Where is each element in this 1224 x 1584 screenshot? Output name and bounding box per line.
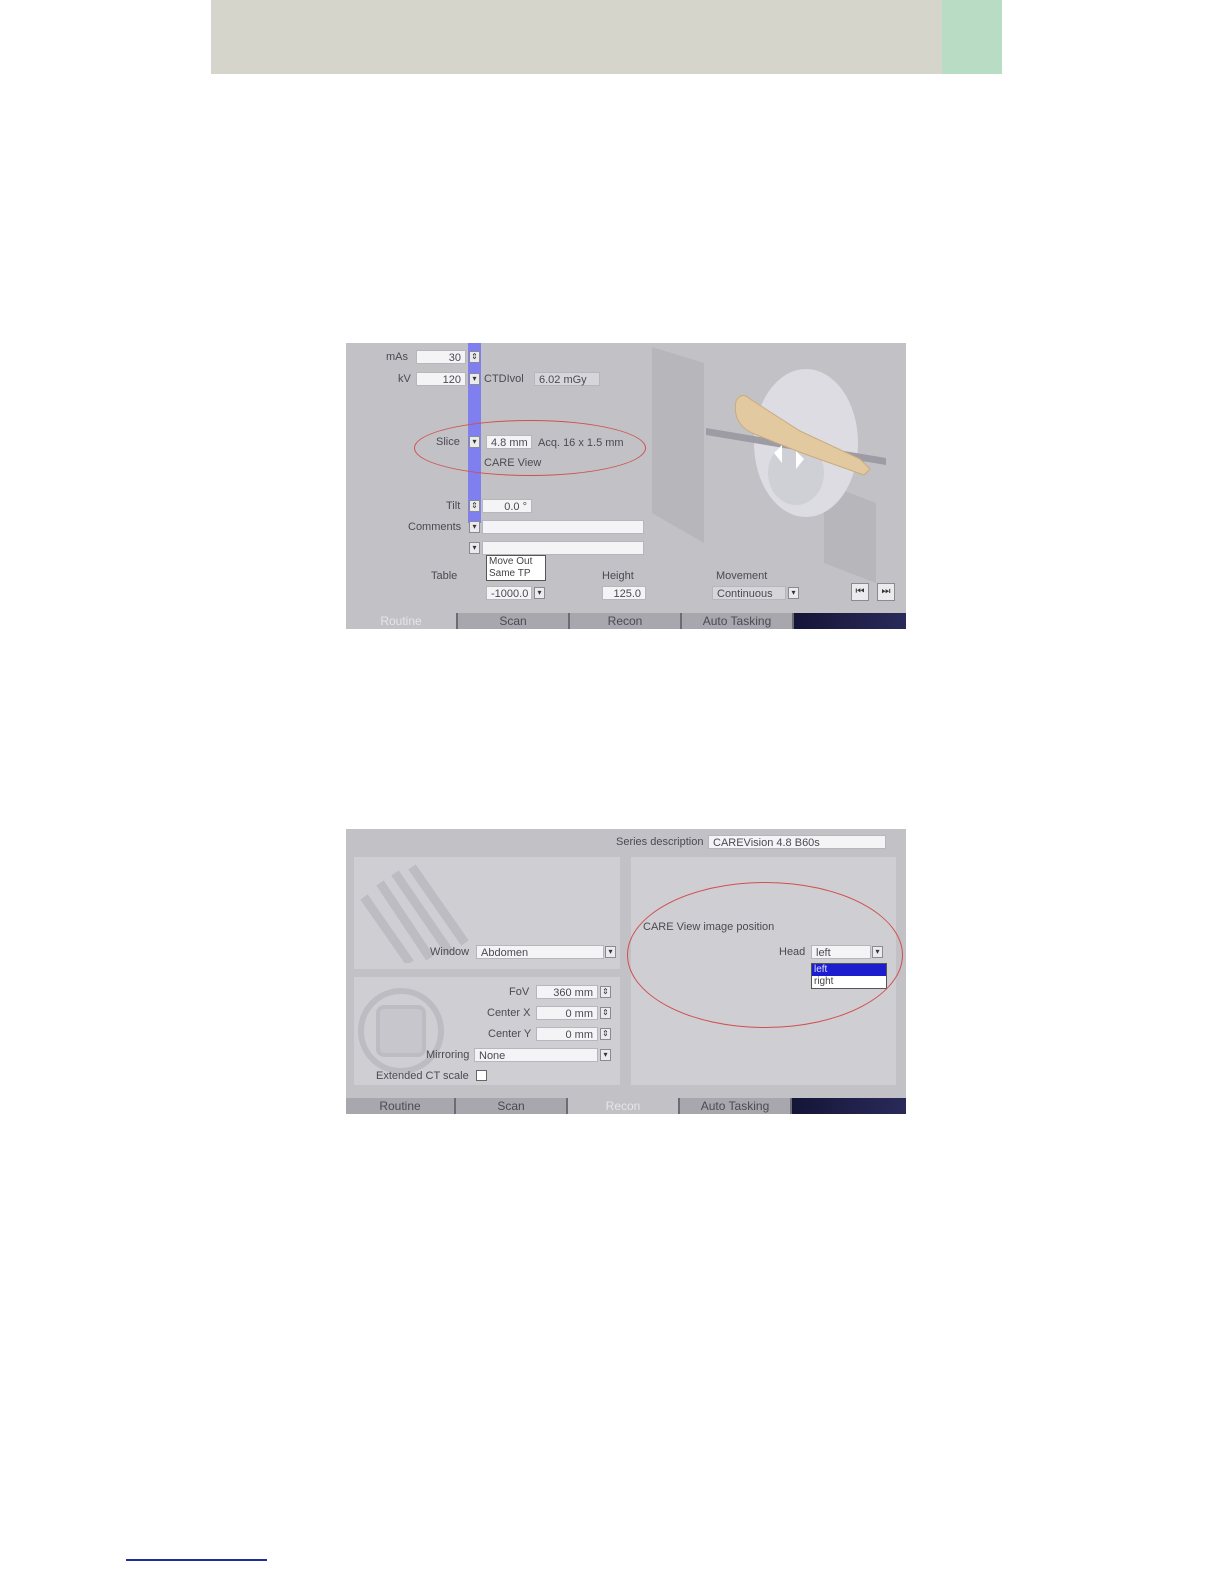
center-x-label: Center X: [487, 1007, 531, 1019]
footnote-rule: [126, 1559, 267, 1561]
tilt-spinner[interactable]: ⇕: [469, 500, 480, 512]
menu-item-same-tp[interactable]: Same TP: [487, 568, 545, 580]
skip-forward-icon[interactable]: ⏭: [877, 583, 895, 601]
mirroring-select[interactable]: None: [474, 1048, 598, 1062]
window-dropdown-button[interactable]: ▾: [605, 946, 616, 958]
kv-dropdown-button[interactable]: ▾: [469, 373, 480, 385]
window-select[interactable]: Abdomen: [476, 945, 604, 959]
menu-item-move-out[interactable]: Move Out: [487, 556, 545, 568]
scanner-patient-illustration: [652, 347, 886, 583]
mirroring-dropdown-button[interactable]: ▾: [600, 1049, 611, 1061]
routine-panel-screenshot: mAs 30 ⇕ kV 120 ▾ CTDIvol 6.02 mGy Slice…: [346, 343, 906, 629]
kv-label: kV: [398, 373, 411, 385]
center-x-field[interactable]: 0 mm: [536, 1006, 598, 1020]
skip-back-icon[interactable]: ⏮: [851, 583, 869, 601]
comments-field-1[interactable]: [482, 520, 644, 534]
recon-panel-screenshot: Series description CAREVision 4.8 B60s W…: [346, 829, 906, 1114]
series-description-field[interactable]: CAREVision 4.8 B60s: [708, 835, 886, 849]
tab-bar-filler: [794, 613, 906, 629]
tab-routine[interactable]: Routine: [346, 613, 458, 629]
ctdi-value: 6.02 mGy: [534, 372, 600, 386]
table-dropdown-button[interactable]: ▾: [534, 587, 545, 599]
tab-scan[interactable]: Scan: [458, 613, 570, 629]
tilt-label: Tilt: [446, 500, 461, 512]
tab-scan[interactable]: Scan: [456, 1098, 568, 1114]
header-bar: [211, 0, 942, 74]
series-description-label: Series description: [616, 836, 704, 848]
center-y-field[interactable]: 0 mm: [536, 1027, 598, 1041]
mirroring-label: Mirroring: [426, 1049, 470, 1061]
fov-field[interactable]: 360 mm: [536, 985, 598, 999]
center-y-label: Center Y: [488, 1028, 532, 1040]
comments2-dropdown-button[interactable]: ▾: [469, 542, 480, 554]
center-x-spinner[interactable]: ⇕: [600, 1007, 611, 1019]
highlight-ellipse: [627, 882, 903, 1028]
tab-recon[interactable]: Recon: [570, 613, 682, 629]
height-field[interactable]: 125.0: [602, 586, 646, 600]
kv-field[interactable]: 120: [416, 372, 466, 386]
center-y-spinner[interactable]: ⇕: [600, 1028, 611, 1040]
window-label: Window: [430, 946, 470, 958]
table-position-menu[interactable]: Move Out Same TP: [486, 555, 546, 581]
window-subpanel: Window Abdomen ▾: [354, 857, 620, 969]
tab-routine[interactable]: Routine: [346, 1098, 456, 1114]
mas-label: mAs: [386, 351, 408, 363]
panel1-tab-bar: Routine Scan Recon Auto Tasking: [346, 613, 906, 629]
height-label: Height: [602, 570, 634, 582]
comments-field-2[interactable]: [482, 541, 644, 555]
movement-select[interactable]: Continuous: [712, 586, 786, 600]
comments-label: Comments: [408, 521, 462, 533]
tab-recon[interactable]: Recon: [568, 1098, 680, 1114]
header-tab: [942, 0, 1002, 74]
fov-subpanel: FoV 360 mm ⇕ Center X 0 mm ⇕ Center Y 0 …: [354, 977, 620, 1085]
table-field[interactable]: -1000.0: [486, 586, 532, 600]
panel2-tab-bar: Routine Scan Recon Auto Tasking: [346, 1098, 906, 1114]
tab-bar-filler: [792, 1098, 906, 1114]
tab-auto-tasking[interactable]: Auto Tasking: [682, 613, 794, 629]
table-label: Table: [431, 570, 458, 582]
comments-dropdown-button[interactable]: ▾: [469, 521, 480, 533]
fov-label: FoV: [509, 986, 530, 998]
tab-auto-tasking[interactable]: Auto Tasking: [680, 1098, 792, 1114]
ctdi-label: CTDIvol: [484, 373, 524, 385]
fov-graphic: [358, 988, 444, 1074]
mas-spinner[interactable]: ⇕: [469, 351, 480, 363]
mas-field[interactable]: 30: [416, 350, 466, 364]
fov-spinner[interactable]: ⇕: [600, 986, 611, 998]
tilt-field[interactable]: 0.0 °: [482, 499, 532, 513]
movement-dropdown-button[interactable]: ▾: [788, 587, 799, 599]
extended-ct-scale-checkbox[interactable]: [476, 1070, 487, 1081]
extended-ct-scale-label: Extended CT scale: [376, 1070, 469, 1082]
highlight-ellipse: [414, 420, 646, 476]
